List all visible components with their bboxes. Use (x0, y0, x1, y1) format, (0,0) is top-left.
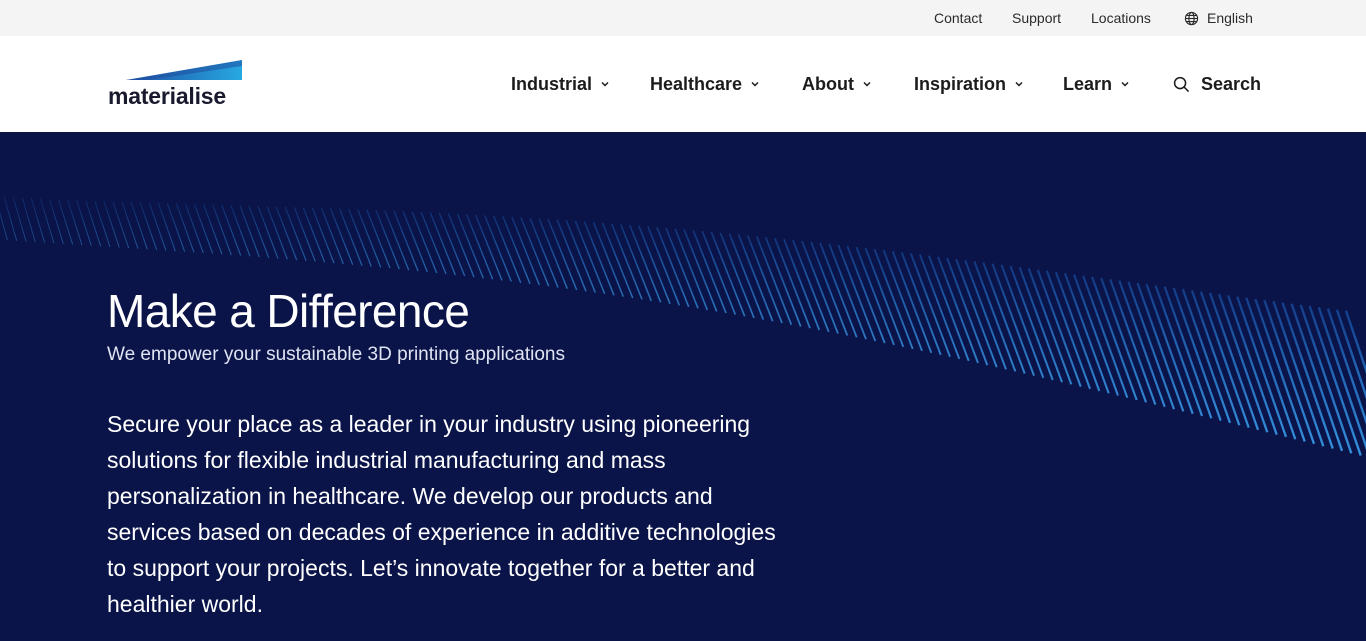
nav-label: About (802, 74, 854, 94)
nav-about[interactable]: About (802, 36, 872, 132)
locations-link[interactable]: Locations (1091, 0, 1151, 36)
chevron-down-icon (1015, 81, 1023, 87)
logo-text: materialise (108, 83, 226, 109)
nav-healthcare[interactable]: Healthcare (650, 36, 760, 132)
chevron-down-icon (863, 81, 871, 87)
nav-learn[interactable]: Learn (1063, 36, 1130, 132)
logo-mark-icon (126, 60, 242, 80)
materialise-logo[interactable]: materialise (108, 60, 244, 110)
utility-bar: Contact Support Locations English (0, 0, 1366, 36)
hero-subtitle: We empower your sustainable 3D printing … (107, 344, 566, 365)
search-button[interactable]: Search (1173, 36, 1261, 132)
nav-inspiration[interactable]: Inspiration (914, 36, 1024, 132)
nav-label: Inspiration (914, 74, 1007, 94)
hero-banner: Make a Difference We empower your sustai… (0, 132, 1366, 641)
language-selector[interactable]: English (1184, 0, 1253, 36)
hero-body: Secure your place as a leader in your in… (107, 411, 776, 617)
nav-label: Healthcare (650, 74, 743, 94)
nav-label: Learn (1063, 74, 1113, 94)
chevron-down-icon (1121, 81, 1129, 87)
chevron-down-icon (751, 81, 759, 87)
support-link[interactable]: Support (1012, 0, 1061, 36)
language-label: English (1207, 10, 1253, 26)
search-icon (1173, 76, 1190, 92)
globe-icon (1184, 11, 1199, 26)
nav-industrial[interactable]: Industrial (511, 36, 610, 132)
nav-label: Industrial (511, 74, 593, 94)
main-header: materialise Industrial Healthcare About … (0, 36, 1366, 132)
search-label: Search (1201, 74, 1262, 94)
chevron-down-icon (601, 81, 609, 87)
hero-title: Make a Difference (107, 285, 470, 337)
contact-link[interactable]: Contact (934, 0, 982, 36)
